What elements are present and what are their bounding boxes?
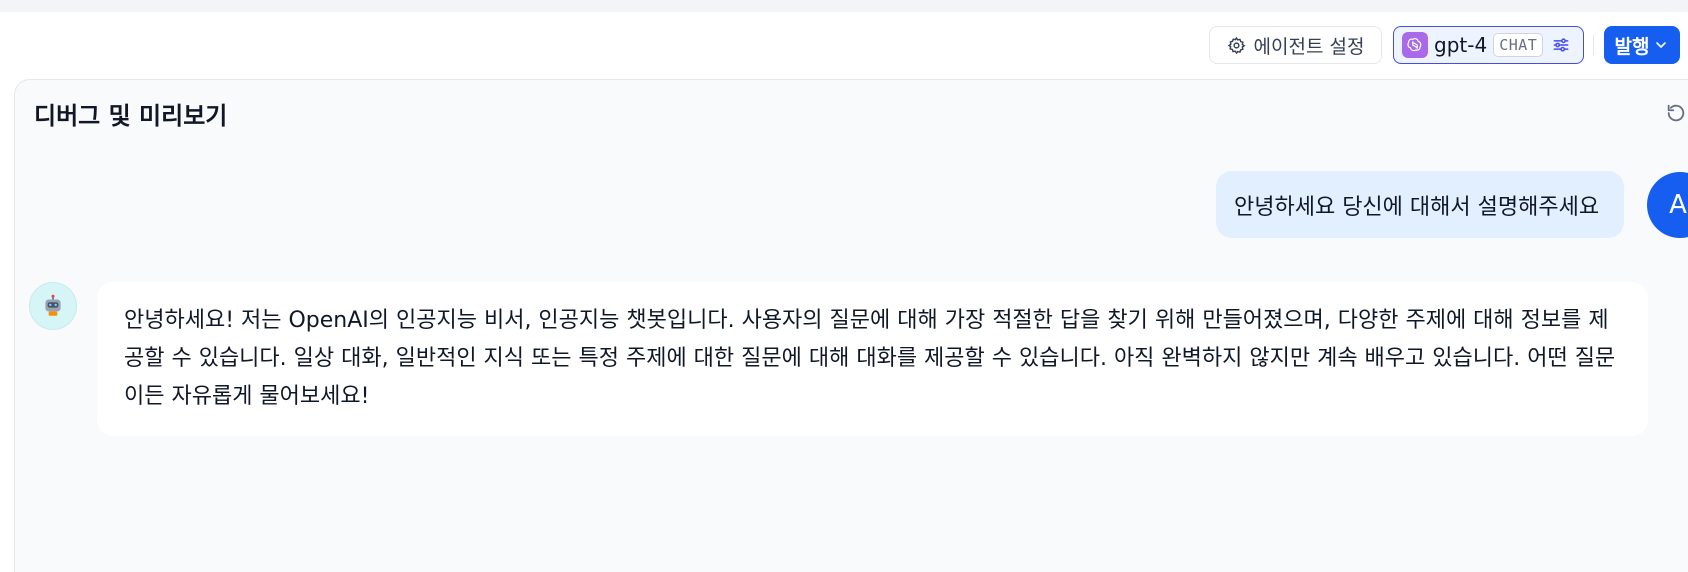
debug-preview-panel: 디버그 및 미리보기 안녕하세요 당신에 대해서 설명해주세요 A 안녕하세요!… [14,79,1688,572]
sliders-icon[interactable] [1551,35,1571,55]
refresh-icon[interactable] [1665,102,1687,124]
model-selector[interactable]: gpt-4 CHAT [1393,26,1584,64]
toolbar: 에이전트 설정 gpt-4 CHAT 발행 [0,12,1688,78]
user-message-text: 안녕하세요 당신에 대해서 설명해주세요 [1234,194,1600,220]
toolbar-divider [1593,35,1594,55]
panel-title: 디버그 및 미리보기 [34,102,228,130]
assistant-message-text: 안녕하세요! 저는 OpenAI의 인공지능 비서, 인공지능 챗봇입니다. 사… [124,308,1616,409]
publish-label: 발행 [1614,35,1650,58]
user-avatar-initial: A [1669,190,1687,220]
model-name: gpt-4 [1434,33,1488,57]
model-mode-badge: CHAT [1493,33,1544,57]
top-strip [0,0,1688,12]
user-message: 안녕하세요 당신에 대해서 설명해주세요 [1216,171,1624,238]
publish-button[interactable]: 발행 [1604,26,1680,64]
robot-icon [29,282,77,330]
chevron-down-icon [1656,42,1667,48]
gear-icon [1227,36,1246,54]
openai-logo-icon [1402,32,1428,58]
agent-settings-label: 에이전트 설정 [1253,35,1365,58]
assistant-message: 안녕하세요! 저는 OpenAI의 인공지능 비서, 인공지능 챗봇입니다. 사… [97,282,1648,436]
user-avatar: A [1647,172,1688,238]
agent-settings-button[interactable]: 에이전트 설정 [1209,26,1382,64]
